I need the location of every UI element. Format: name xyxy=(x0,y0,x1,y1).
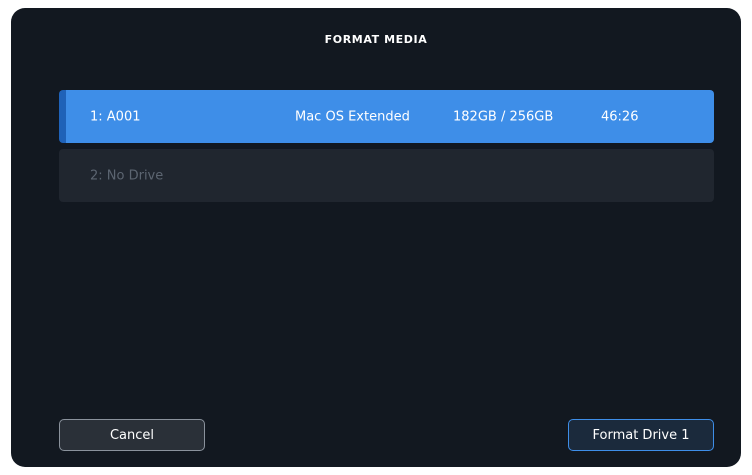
dialog-title: FORMAT MEDIA xyxy=(324,33,428,46)
drive-name: 1: A001 xyxy=(90,109,141,124)
drive-capacity: 182GB / 256GB xyxy=(453,109,554,124)
drive-time-remaining: 46:26 xyxy=(601,109,639,124)
cancel-button[interactable]: Cancel xyxy=(59,419,205,451)
format-media-dialog: FORMAT MEDIA 1: A001 Mac OS Extended 182… xyxy=(11,8,741,467)
drive-row-2[interactable]: 2: No Drive xyxy=(59,149,714,202)
format-drive-button[interactable]: Format Drive 1 xyxy=(568,419,714,451)
drive-list: 1: A001 Mac OS Extended 182GB / 256GB 46… xyxy=(59,90,714,202)
drive-row-1[interactable]: 1: A001 Mac OS Extended 182GB / 256GB 46… xyxy=(59,90,714,143)
drive-name: 2: No Drive xyxy=(90,168,164,183)
drive-format: Mac OS Extended xyxy=(295,109,410,124)
